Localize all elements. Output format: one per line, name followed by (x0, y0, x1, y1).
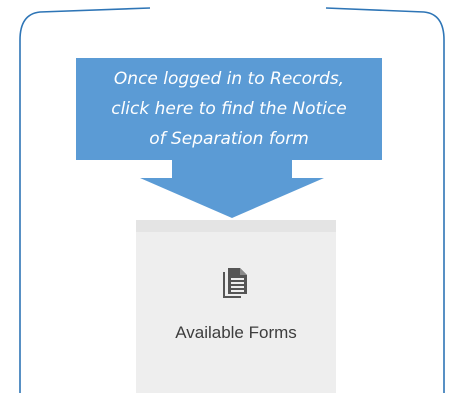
callout-line-3: of Separation form (149, 129, 309, 149)
callout-text: Once logged in to Records, click here to… (76, 58, 382, 160)
callout-line-2: click here to find the Notice (111, 99, 347, 119)
callout-line-1: Once logged in to Records, (113, 69, 345, 89)
documents-icon (223, 268, 247, 298)
available-forms-label: Available Forms (175, 323, 297, 342)
available-forms-button[interactable]: Available Forms (136, 220, 336, 393)
